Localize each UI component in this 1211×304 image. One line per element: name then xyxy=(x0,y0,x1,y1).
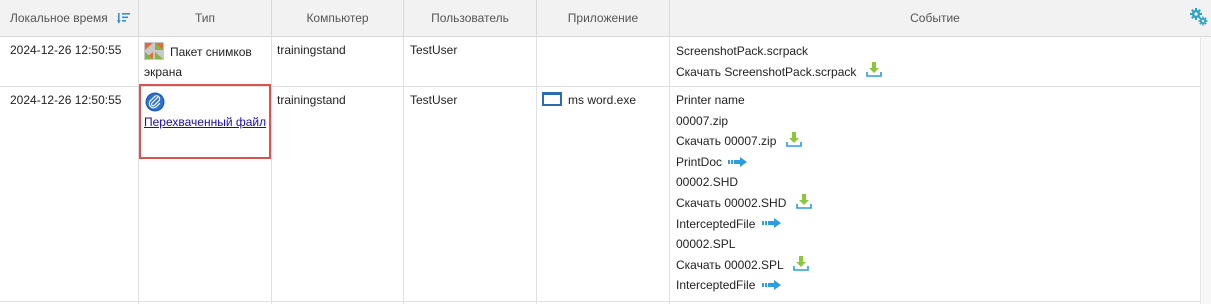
event-text: 00002.SPL xyxy=(676,237,736,252)
col-header-computer[interactable]: Компьютер xyxy=(272,0,404,37)
download-icon[interactable] xyxy=(795,193,812,209)
event-text[interactable]: InterceptedFile xyxy=(676,217,755,231)
event-line[interactable]: PrintDoc xyxy=(676,152,1196,173)
event-line[interactable]: InterceptedFile xyxy=(676,214,1196,235)
event-text[interactable]: Скачать 00002.SPL xyxy=(676,258,783,272)
event-line: 00007.zip xyxy=(676,111,1196,132)
row1-event: ScreenshotPack.scrpack Скачать Screensho… xyxy=(676,41,1196,82)
download-icon[interactable] xyxy=(865,61,882,78)
row2-user: TestUser xyxy=(410,93,458,107)
event-text[interactable]: Скачать ScreenshotPack.scrpack xyxy=(676,65,856,79)
screenshot-pack-icon xyxy=(144,41,164,60)
row2-time: 2024-12-26 12:50:55 xyxy=(10,93,122,107)
event-text: 00002.SHD xyxy=(676,175,739,190)
col-header-type[interactable]: Тип xyxy=(139,0,272,37)
arrow-right-icon[interactable] xyxy=(761,280,782,291)
col-header-event[interactable]: Событие xyxy=(670,0,1200,37)
col-header-time-label: Локальное время xyxy=(10,11,108,25)
event-line: Printer name xyxy=(676,90,1196,111)
col-header-user[interactable]: Пользователь xyxy=(404,0,537,37)
event-text[interactable]: Скачать 00002.SHD xyxy=(676,196,786,210)
col-divider xyxy=(138,37,139,304)
event-line[interactable]: InterceptedFile xyxy=(676,275,1196,296)
row2-computer: trainingstand xyxy=(277,93,346,107)
row2-app: ms word.exe xyxy=(542,90,636,110)
arrow-right-icon[interactable] xyxy=(728,156,748,167)
row1-time: 2024-12-26 12:50:55 xyxy=(10,43,122,57)
event-text[interactable]: Скачать 00007.zip xyxy=(676,134,776,148)
window-icon xyxy=(542,91,562,106)
download-icon[interactable] xyxy=(785,131,802,147)
row1-type: Пакет снимков экрана xyxy=(144,41,268,82)
col-divider xyxy=(271,37,272,304)
intercepted-file-link[interactable]: Перехваченный файл xyxy=(144,115,266,129)
col-header-time[interactable]: Локальное время xyxy=(0,0,139,37)
vertical-scrollbar[interactable] xyxy=(1200,37,1211,304)
row-divider xyxy=(0,301,1200,302)
row2-app-label: ms word.exe xyxy=(568,93,637,107)
arrow-right-icon[interactable] xyxy=(761,218,782,229)
event-line: 00002.SHD xyxy=(676,172,1196,193)
row1-computer: trainingstand xyxy=(277,43,346,57)
gears-icon[interactable] xyxy=(1189,7,1209,27)
sort-descending-icon[interactable] xyxy=(117,12,131,24)
col-divider xyxy=(669,37,670,304)
event-text: ScreenshotPack.scrpack xyxy=(676,44,809,58)
col-divider xyxy=(536,37,537,304)
event-line: 00002.SPL xyxy=(676,234,1196,255)
col-header-app[interactable]: Приложение xyxy=(537,0,670,37)
event-text: Printer name xyxy=(676,93,745,107)
row2-event: Printer name 00007.zip Скачать 00007.zip… xyxy=(676,90,1196,296)
paperclip-icon xyxy=(145,92,165,112)
event-line[interactable]: Скачать ScreenshotPack.scrpack xyxy=(676,62,1196,83)
download-icon[interactable] xyxy=(792,255,809,271)
events-grid: Локальное время Тип Компьютер Пользовате… xyxy=(0,0,1211,304)
event-line[interactable]: Скачать 00002.SPL xyxy=(676,255,1196,276)
event-text: 00007.zip xyxy=(676,113,729,128)
event-line[interactable]: Скачать 00007.zip xyxy=(676,131,1196,152)
event-line[interactable]: Скачать 00002.SHD xyxy=(676,193,1196,214)
event-text[interactable]: PrintDoc xyxy=(676,155,722,169)
row2-type-link-block[interactable]: Перехваченный файл xyxy=(144,112,268,132)
col-divider xyxy=(403,37,404,304)
event-text[interactable]: InterceptedFile xyxy=(676,278,755,292)
row1-user: TestUser xyxy=(410,43,458,57)
event-line: ScreenshotPack.scrpack xyxy=(676,41,1196,62)
